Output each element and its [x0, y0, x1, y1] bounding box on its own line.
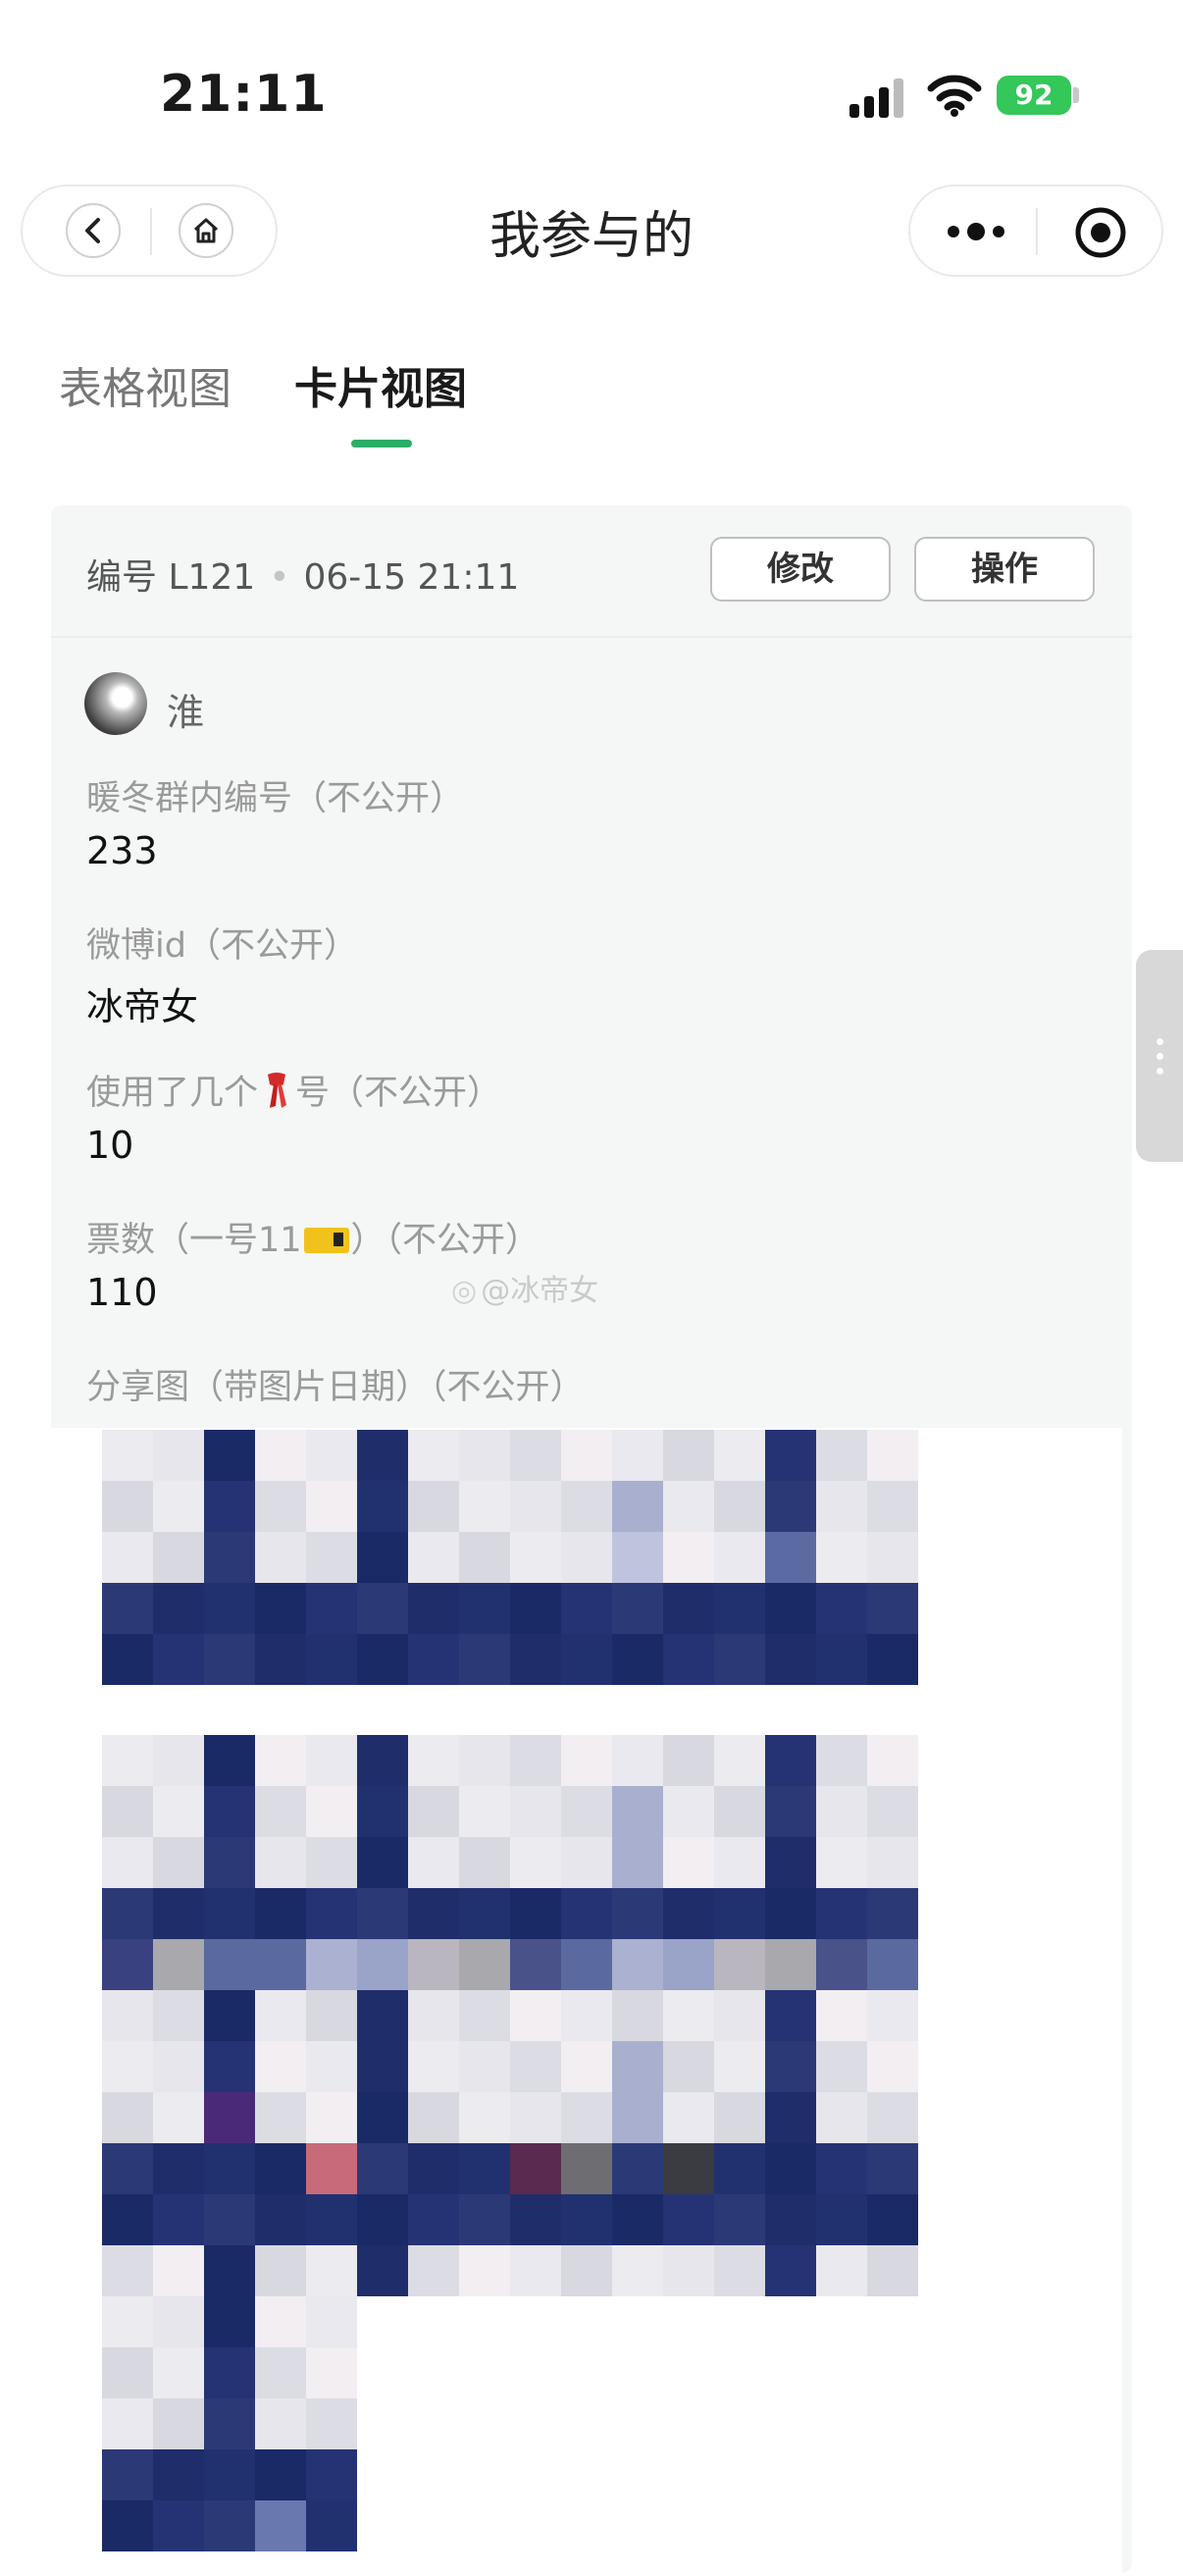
field-label-suffix: ）（不公开）	[350, 1221, 540, 1260]
share-image-3[interactable]	[102, 2296, 357, 2551]
field-value: 10	[86, 1124, 134, 1167]
share-image-1[interactable]	[102, 1430, 918, 1685]
field-label: 微博id（不公开）	[86, 926, 358, 966]
avatar	[84, 672, 147, 735]
tab-card-view[interactable]: 卡片视图	[294, 353, 467, 416]
field-value: 233	[86, 829, 158, 872]
status-bar: 21:11 92	[0, 0, 1183, 177]
field-label-prefix: 使用了几个	[86, 1074, 259, 1113]
battery-tip	[1073, 87, 1079, 103]
battery-level: 92	[1014, 79, 1054, 111]
field-label: 使用了几个 号（不公开）	[86, 1065, 501, 1115]
user-name: 淮	[167, 691, 205, 734]
card-meta: 编号 L121 • 06-15 21:11	[86, 549, 519, 600]
status-time: 21:11	[160, 65, 328, 124]
red-scarf-icon	[268, 1073, 287, 1108]
meta-separator-dot: •	[269, 557, 290, 598]
nav-capsule-right	[908, 184, 1163, 277]
close-miniprogram-icon[interactable]	[1073, 205, 1128, 260]
cellular-signal-icon	[849, 79, 904, 118]
wifi-icon	[927, 75, 982, 117]
action-button[interactable]: 操作	[914, 537, 1095, 602]
field-value: 冰帝女	[86, 985, 199, 1028]
side-floating-handle[interactable]	[1136, 950, 1183, 1162]
watermark-text: @冰帝女	[481, 1274, 599, 1308]
field-label-prefix: 票数（一号11	[86, 1221, 302, 1260]
field-value: 110	[86, 1271, 158, 1314]
field-label: 票数（一号11 ）（不公开）	[86, 1212, 540, 1262]
card-header: 编号 L121 • 06-15 21:11 修改 操作	[51, 505, 1132, 638]
field-label: 暖冬群内编号（不公开）	[86, 779, 465, 818]
active-tab-indicator	[351, 440, 412, 447]
weibo-watermark: ◎ @冰帝女	[451, 1266, 598, 1309]
record-id: 编号 L121	[86, 557, 256, 598]
share-image-2[interactable]	[102, 1735, 918, 2296]
tab-table-view[interactable]: 表格视图	[59, 353, 231, 416]
ticket-icon	[303, 1228, 349, 1253]
weibo-logo-icon: ◎	[451, 1274, 478, 1308]
share-image-label: 分享图（带图片日期）（不公开）	[86, 1368, 585, 1407]
record-datetime: 06-15 21:11	[303, 557, 520, 598]
battery-indicator: 92	[997, 76, 1071, 115]
edit-button[interactable]: 修改	[710, 537, 891, 602]
field-label-suffix: 号（不公开）	[295, 1074, 502, 1113]
more-icon[interactable]	[946, 219, 1006, 244]
nav-divider	[1036, 208, 1038, 255]
